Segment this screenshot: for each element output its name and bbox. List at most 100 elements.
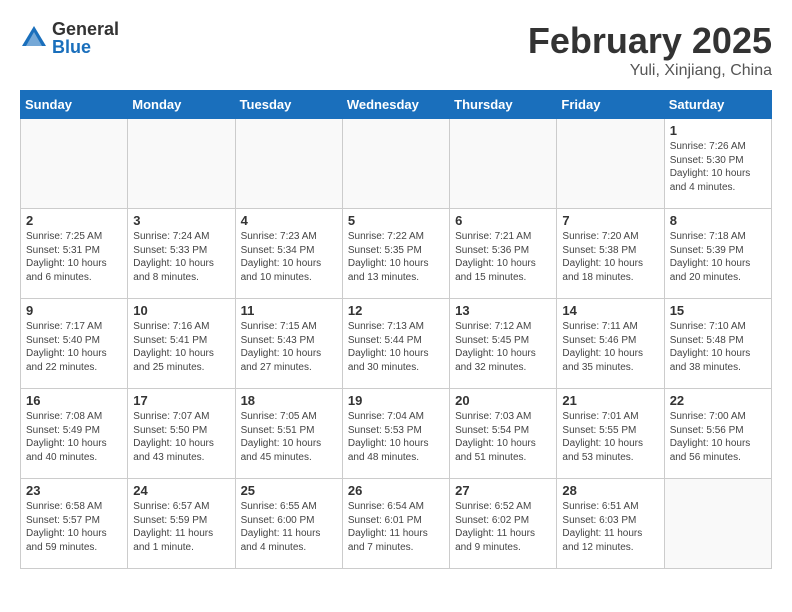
day-info: Sunrise: 7:01 AM Sunset: 5:55 PM Dayligh… [562, 410, 658, 464]
calendar-cell [557, 119, 664, 209]
week-row-4: 16Sunrise: 7:08 AM Sunset: 5:49 PM Dayli… [21, 389, 772, 479]
day-info: Sunrise: 6:55 AM Sunset: 6:00 PM Dayligh… [241, 500, 337, 554]
day-info: Sunrise: 7:26 AM Sunset: 5:30 PM Dayligh… [670, 140, 766, 194]
day-number: 15 [670, 303, 766, 318]
day-header-thursday: Thursday [450, 91, 557, 119]
day-info: Sunrise: 6:54 AM Sunset: 6:01 PM Dayligh… [348, 500, 444, 554]
day-number: 17 [133, 393, 229, 408]
calendar-cell: 10 Sunrise: 7:16 AM Sunset: 5:41 PM Dayli… [128, 299, 235, 389]
calendar-cell [128, 119, 235, 209]
day-info: Sunrise: 6:58 AM Sunset: 5:57 PM Dayligh… [26, 500, 122, 554]
day-number: 7 [562, 213, 658, 228]
calendar-cell: 8 Sunrise: 7:18 AM Sunset: 5:39 PM Daylig… [664, 209, 771, 299]
calendar-cell [450, 119, 557, 209]
day-info: Sunrise: 6:52 AM Sunset: 6:02 PM Dayligh… [455, 500, 551, 554]
logo-blue-text: Blue [52, 38, 119, 56]
calendar-cell: 9 Sunrise: 7:17 AM Sunset: 5:40 PM Daylig… [21, 299, 128, 389]
day-info: Sunrise: 7:04 AM Sunset: 5:53 PM Dayligh… [348, 410, 444, 464]
calendar-cell: 6Sunrise: 7:21 AM Sunset: 5:36 PM Daylig… [450, 209, 557, 299]
day-info: Sunrise: 6:51 AM Sunset: 6:03 PM Dayligh… [562, 500, 658, 554]
day-number: 28 [562, 483, 658, 498]
day-info: Sunrise: 7:13 AM Sunset: 5:44 PM Dayligh… [348, 320, 444, 374]
calendar-cell: 13 Sunrise: 7:12 AM Sunset: 5:45 PM Dayli… [450, 299, 557, 389]
day-number: 4 [241, 213, 337, 228]
day-header-sunday: Sunday [21, 91, 128, 119]
day-number: 12 [348, 303, 444, 318]
day-number: 14 [562, 303, 658, 318]
calendar-cell [664, 479, 771, 569]
calendar-cell: 11 Sunrise: 7:15 AM Sunset: 5:43 PM Dayli… [235, 299, 342, 389]
day-info: Sunrise: 7:22 AM Sunset: 5:35 PM Dayligh… [348, 230, 444, 284]
day-number: 25 [241, 483, 337, 498]
day-info: Sunrise: 7:21 AM Sunset: 5:36 PM Dayligh… [455, 230, 551, 284]
logo: General Blue [20, 20, 119, 56]
week-row-3: 9 Sunrise: 7:17 AM Sunset: 5:40 PM Daylig… [21, 299, 772, 389]
calendar-cell [21, 119, 128, 209]
day-info: Sunrise: 7:07 AM Sunset: 5:50 PM Dayligh… [133, 410, 229, 464]
day-header-saturday: Saturday [664, 91, 771, 119]
day-info: Sunrise: 7:16 AM Sunset: 5:41 PM Dayligh… [133, 320, 229, 374]
day-info: Sunrise: 7:17 AM Sunset: 5:40 PM Dayligh… [26, 320, 122, 374]
day-number: 11 [241, 303, 337, 318]
day-header-wednesday: Wednesday [342, 91, 449, 119]
day-number: 13 [455, 303, 551, 318]
calendar-cell: 24Sunrise: 6:57 AM Sunset: 5:59 PM Dayli… [128, 479, 235, 569]
day-number: 5 [348, 213, 444, 228]
calendar-cell: 15 Sunrise: 7:10 AM Sunset: 5:48 PM Dayli… [664, 299, 771, 389]
week-row-2: 2Sunrise: 7:25 AM Sunset: 5:31 PM Daylig… [21, 209, 772, 299]
calendar-cell: 21 Sunrise: 7:01 AM Sunset: 5:55 PM Dayli… [557, 389, 664, 479]
day-info: Sunrise: 7:18 AM Sunset: 5:39 PM Dayligh… [670, 230, 766, 284]
day-number: 22 [670, 393, 766, 408]
calendar-cell [342, 119, 449, 209]
calendar-cell: 12 Sunrise: 7:13 AM Sunset: 5:44 PM Dayli… [342, 299, 449, 389]
day-info: Sunrise: 7:03 AM Sunset: 5:54 PM Dayligh… [455, 410, 551, 464]
day-number: 20 [455, 393, 551, 408]
calendar-cell: 18 Sunrise: 7:05 AM Sunset: 5:51 PM Dayli… [235, 389, 342, 479]
day-info: Sunrise: 7:10 AM Sunset: 5:48 PM Dayligh… [670, 320, 766, 374]
month-title: February 2025 [528, 20, 772, 62]
day-info: Sunrise: 7:15 AM Sunset: 5:43 PM Dayligh… [241, 320, 337, 374]
day-info: Sunrise: 7:05 AM Sunset: 5:51 PM Dayligh… [241, 410, 337, 464]
calendar-cell: 19 Sunrise: 7:04 AM Sunset: 5:53 PM Dayli… [342, 389, 449, 479]
calendar-cell: 26 Sunrise: 6:54 AM Sunset: 6:01 PM Dayli… [342, 479, 449, 569]
calendar-cell: 27Sunrise: 6:52 AM Sunset: 6:02 PM Dayli… [450, 479, 557, 569]
calendar-header-row: SundayMondayTuesdayWednesdayThursdayFrid… [21, 91, 772, 119]
day-header-tuesday: Tuesday [235, 91, 342, 119]
calendar-cell: 5 Sunrise: 7:22 AM Sunset: 5:35 PM Daylig… [342, 209, 449, 299]
day-info: Sunrise: 7:11 AM Sunset: 5:46 PM Dayligh… [562, 320, 658, 374]
day-info: Sunrise: 7:12 AM Sunset: 5:45 PM Dayligh… [455, 320, 551, 374]
calendar-cell: 2Sunrise: 7:25 AM Sunset: 5:31 PM Daylig… [21, 209, 128, 299]
calendar-cell: 7 Sunrise: 7:20 AM Sunset: 5:38 PM Daylig… [557, 209, 664, 299]
day-info: Sunrise: 7:24 AM Sunset: 5:33 PM Dayligh… [133, 230, 229, 284]
day-number: 9 [26, 303, 122, 318]
calendar-cell: 20 Sunrise: 7:03 AM Sunset: 5:54 PM Dayli… [450, 389, 557, 479]
calendar-cell: 25 Sunrise: 6:55 AM Sunset: 6:00 PM Dayli… [235, 479, 342, 569]
day-number: 21 [562, 393, 658, 408]
calendar-cell [235, 119, 342, 209]
day-number: 3 [133, 213, 229, 228]
calendar-cell: 14 Sunrise: 7:11 AM Sunset: 5:46 PM Dayli… [557, 299, 664, 389]
location: Yuli, Xinjiang, China [528, 62, 772, 80]
week-row-5: 23 Sunrise: 6:58 AM Sunset: 5:57 PM Dayli… [21, 479, 772, 569]
day-info: Sunrise: 7:23 AM Sunset: 5:34 PM Dayligh… [241, 230, 337, 284]
logo-icon [20, 24, 48, 52]
calendar-cell: 17 Sunrise: 7:07 AM Sunset: 5:50 PM Dayli… [128, 389, 235, 479]
day-number: 19 [348, 393, 444, 408]
day-header-monday: Monday [128, 91, 235, 119]
calendar-cell: 1 Sunrise: 7:26 AM Sunset: 5:30 PM Daylig… [664, 119, 771, 209]
day-number: 23 [26, 483, 122, 498]
logo-general-text: General [52, 20, 119, 38]
title-area: February 2025 Yuli, Xinjiang, China [528, 20, 772, 80]
calendar-cell: 28 Sunrise: 6:51 AM Sunset: 6:03 PM Dayli… [557, 479, 664, 569]
day-number: 26 [348, 483, 444, 498]
day-number: 8 [670, 213, 766, 228]
day-number: 2 [26, 213, 122, 228]
day-info: Sunrise: 7:20 AM Sunset: 5:38 PM Dayligh… [562, 230, 658, 284]
day-info: Sunrise: 7:00 AM Sunset: 5:56 PM Dayligh… [670, 410, 766, 464]
day-number: 10 [133, 303, 229, 318]
day-number: 1 [670, 123, 766, 138]
day-number: 24 [133, 483, 229, 498]
day-number: 18 [241, 393, 337, 408]
calendar-cell: 3 Sunrise: 7:24 AM Sunset: 5:33 PM Daylig… [128, 209, 235, 299]
calendar-table: SundayMondayTuesdayWednesdayThursdayFrid… [20, 90, 772, 569]
